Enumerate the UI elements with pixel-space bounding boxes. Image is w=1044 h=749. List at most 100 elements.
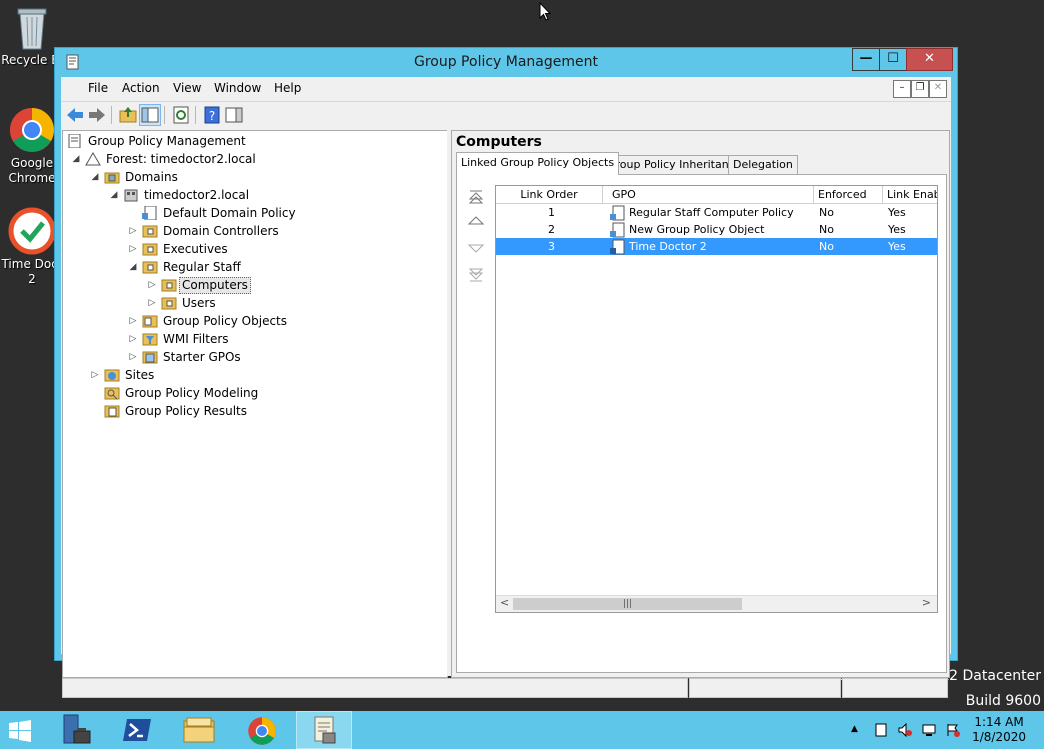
server-manager-icon: [63, 714, 91, 744]
chrome-icon: [248, 717, 276, 745]
menu-help[interactable]: Help: [274, 81, 301, 95]
table-row-selected[interactable]: 3 Time Doctor 2 No Yes: [496, 238, 937, 255]
tray-overflow-icon[interactable]: ▲: [851, 724, 858, 734]
ou-folder-icon: [142, 225, 158, 238]
expand-arrow-icon[interactable]: ▷: [128, 240, 138, 258]
ou-folder-icon: [161, 297, 177, 310]
tab-gp-inheritance[interactable]: Group Policy Inheritance: [602, 155, 747, 174]
menu-window[interactable]: Window: [214, 81, 261, 95]
tree-label: WMI Filters: [163, 332, 229, 346]
expand-arrow-icon[interactable]: ▷: [147, 294, 157, 312]
modeling-icon: [104, 387, 120, 400]
taskbar-clock[interactable]: 1:14 AM 1/8/2020: [972, 715, 1026, 745]
table-row[interactable]: 2 New Group Policy Object No Yes: [496, 221, 937, 238]
gpo-link-icon: [610, 222, 625, 238]
close-button[interactable]: ✕: [906, 48, 953, 71]
taskbar-powershell[interactable]: [110, 711, 166, 749]
window-client: File Action View Window Help – ❐ ✕ ? Gro…: [61, 77, 951, 698]
expand-arrow-icon[interactable]: ▷: [90, 366, 100, 384]
tab-delegation[interactable]: Delegation: [728, 155, 798, 174]
cell-gpo-name: Regular Staff Computer Policy: [629, 206, 794, 219]
action-pane-icon[interactable]: [224, 105, 244, 125]
move-up-icon[interactable]: [467, 213, 485, 231]
list-header: Link Order GPO Enforced Link Enab: [496, 186, 937, 204]
expand-arrow-icon[interactable]: ▷: [128, 222, 138, 240]
ou-folder-icon: [142, 243, 158, 256]
mdi-restore-button[interactable]: ❐: [911, 80, 929, 98]
cell-enforced: No: [819, 206, 834, 219]
scroll-right-icon[interactable]: >: [922, 596, 931, 609]
tree-label: Forest: timedoctor2.local: [106, 152, 256, 166]
time-doctor-icon: [8, 207, 56, 255]
gpo-link-icon: [142, 206, 157, 220]
menu-action[interactable]: Action: [122, 81, 160, 95]
cell-link-order: 1: [548, 206, 555, 219]
toolbar-separator: [195, 106, 196, 124]
minimize-button[interactable]: —: [852, 48, 880, 71]
tree-label: Executives: [163, 242, 228, 256]
cell-link-enabled: Yes: [888, 240, 906, 253]
up-folder-icon[interactable]: [118, 105, 138, 125]
cell-link-enabled: Yes: [888, 223, 906, 236]
tab-linked-gpos[interactable]: Linked Group Policy Objects: [456, 152, 620, 175]
expand-arrow-icon[interactable]: ▷: [128, 348, 138, 366]
ou-folder-icon: [142, 261, 158, 274]
gpm-window: Group Policy Management — ☐ ✕ File Actio…: [55, 48, 957, 698]
tree-label: Group Policy Results: [125, 404, 248, 418]
menu-view[interactable]: View: [173, 81, 201, 95]
mdi-minimize-button[interactable]: –: [893, 80, 911, 98]
collapse-arrow-icon[interactable]: ◢: [109, 186, 119, 204]
status-cell-2: [689, 678, 841, 698]
taskbar-chrome[interactable]: [234, 711, 290, 749]
column-header-link-order[interactable]: Link Order: [496, 186, 603, 203]
status-cell-main: [62, 678, 688, 698]
toolbar-separator: [164, 106, 165, 124]
cell-link-order: 3: [548, 240, 555, 253]
tree-label: Domains: [125, 170, 178, 184]
refresh-icon[interactable]: [171, 105, 191, 125]
back-arrow-icon[interactable]: [65, 105, 85, 125]
column-header-enforced[interactable]: Enforced: [813, 186, 883, 203]
menu-bar: File Action View Window Help – ❐ ✕: [61, 77, 951, 99]
tree-label: Group Policy Modeling: [125, 386, 259, 400]
horizontal-scrollbar[interactable]: < ||| >: [496, 595, 937, 612]
network-icon[interactable]: [922, 723, 936, 737]
cell-link-enabled: Yes: [888, 206, 906, 219]
scroll-left-icon[interactable]: <: [500, 596, 509, 609]
taskbar-file-explorer[interactable]: [172, 711, 228, 749]
expand-arrow-icon[interactable]: ▷: [128, 312, 138, 330]
column-header-gpo[interactable]: GPO: [607, 186, 814, 203]
column-header-link-enabled[interactable]: Link Enab: [882, 186, 937, 203]
menu-file[interactable]: File: [88, 81, 108, 95]
tree-label: Sites: [125, 368, 155, 382]
mdi-close-button[interactable]: ✕: [929, 80, 947, 98]
expand-arrow-icon[interactable]: ▷: [128, 330, 138, 348]
mouse-cursor-icon: [539, 2, 551, 21]
move-to-top-icon[interactable]: [467, 189, 485, 207]
help-icon[interactable]: ?: [202, 105, 222, 125]
collapse-arrow-icon[interactable]: ◢: [71, 150, 81, 168]
tree-label: Group Policy Management: [88, 134, 246, 148]
wmi-filter-icon: [142, 333, 158, 346]
maximize-button[interactable]: ☐: [879, 48, 907, 71]
collapse-arrow-icon[interactable]: ◢: [128, 258, 138, 276]
gpo-link-icon: [610, 239, 625, 255]
taskbar-gpm[interactable]: [296, 711, 352, 749]
flag-alert-icon[interactable]: [946, 723, 960, 737]
collapse-arrow-icon[interactable]: ◢: [90, 168, 100, 186]
cell-enforced: No: [819, 223, 834, 236]
scroll-thumb[interactable]: |||: [513, 598, 742, 610]
taskbar-server-manager[interactable]: [48, 711, 104, 749]
action-center-icon[interactable]: [874, 723, 888, 737]
table-row[interactable]: 1 Regular Staff Computer Policy No Yes: [496, 204, 937, 221]
details-title: Computers: [456, 134, 542, 150]
forward-arrow-icon[interactable]: [87, 105, 107, 125]
details-pane: Computers Linked Group Policy Objects Gr…: [451, 130, 950, 678]
toolbar-separator: [111, 106, 112, 124]
title-bar[interactable]: Group Policy Management — ☐ ✕: [55, 48, 957, 76]
start-windows-icon[interactable]: [8, 719, 32, 743]
expand-arrow-icon[interactable]: ▷: [147, 276, 157, 294]
volume-muted-icon[interactable]: [898, 723, 912, 737]
folder-icon: [183, 717, 215, 743]
show-hide-tree-icon[interactable]: [139, 104, 161, 126]
